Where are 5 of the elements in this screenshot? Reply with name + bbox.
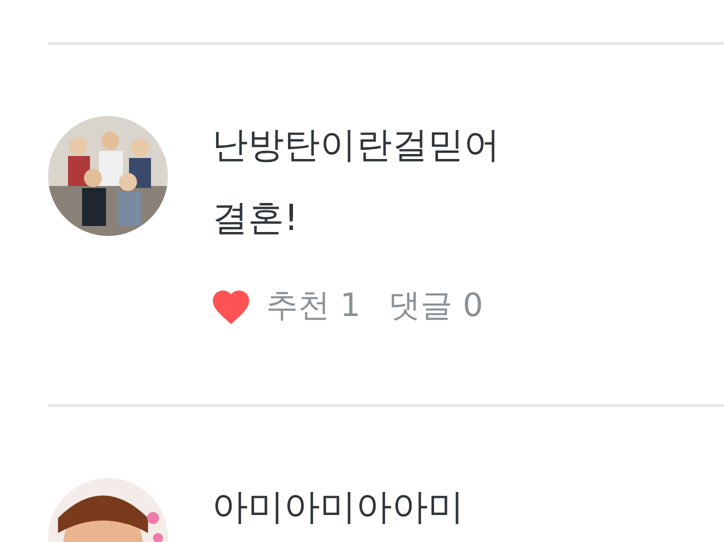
author-name: 난방탄이란걸믿어 (212, 124, 501, 168)
reply-count[interactable]: 댓글 0 (388, 284, 484, 328)
comment-text: 결혼! (212, 197, 300, 241)
author-name: 아미아미아아미 (212, 486, 464, 530)
like-count[interactable]: 추천 1 (266, 284, 361, 328)
